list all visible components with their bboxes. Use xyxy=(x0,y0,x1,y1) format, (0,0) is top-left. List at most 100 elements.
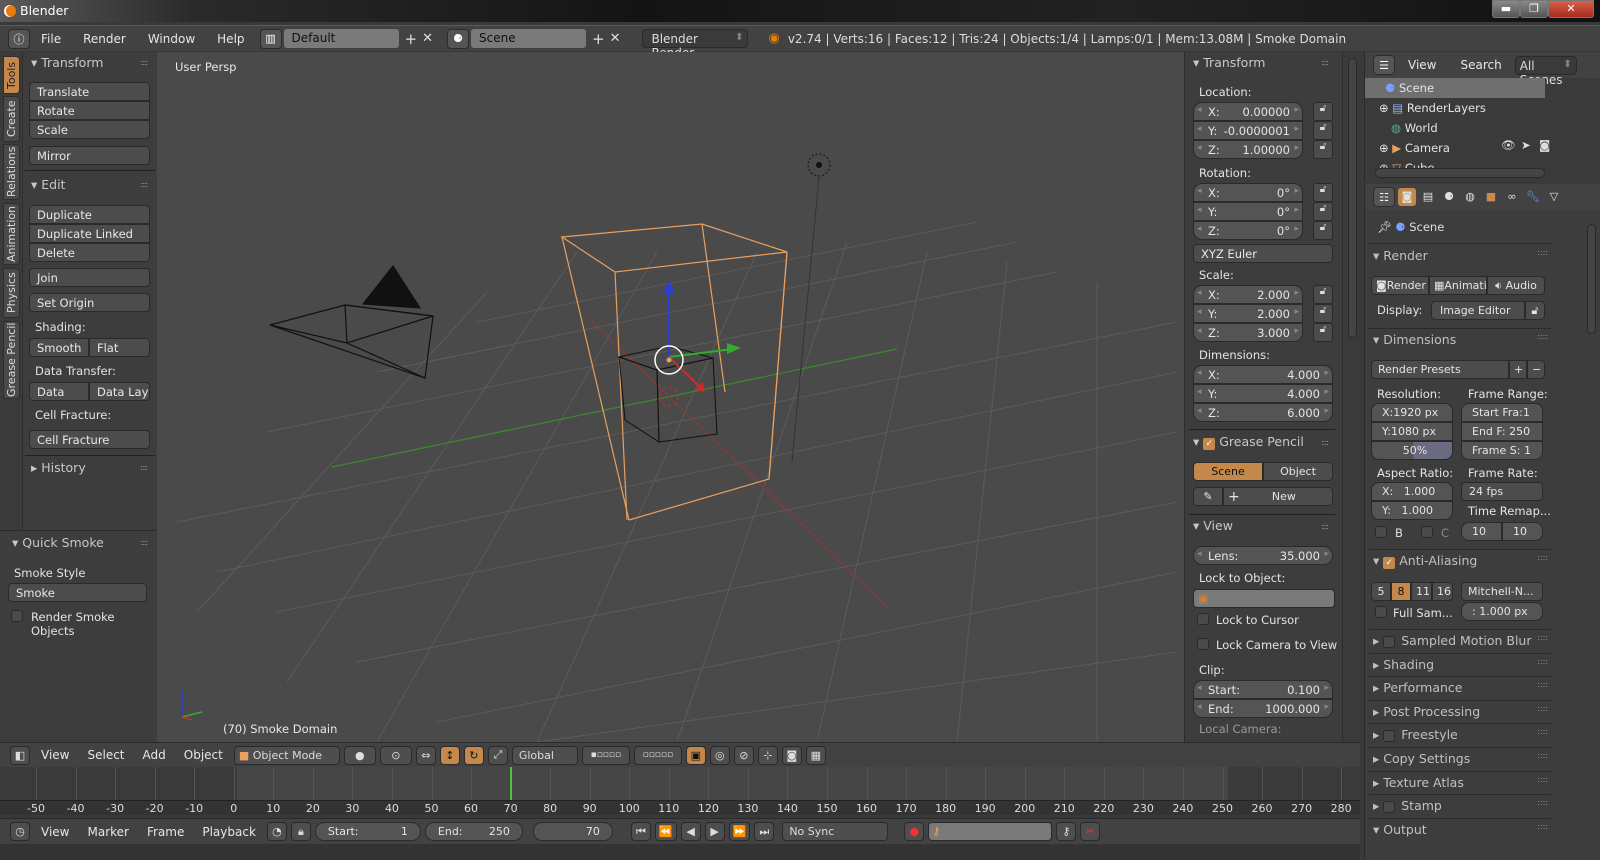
remove-screen-icon[interactable]: ✕ xyxy=(422,31,433,46)
screen-layout-icon[interactable]: ▥ xyxy=(259,28,282,49)
render-animation-icon[interactable]: ▦ xyxy=(805,745,826,765)
timeline-menu-marker[interactable]: Marker xyxy=(80,825,135,839)
anti-aliasing-panel-header[interactable]: ▾ ✓ Anti-Aliasing:::: xyxy=(1373,553,1548,569)
rotation-z-field[interactable]: Z: 0° xyxy=(1193,221,1303,240)
drag-grip-icon[interactable]: :::: xyxy=(1537,633,1548,642)
screen-layout-field[interactable]: Default xyxy=(283,29,399,48)
remove-preset-button[interactable]: − xyxy=(1527,360,1545,379)
frame-start-field[interactable]: Start Fra:1 xyxy=(1461,403,1543,422)
view-panel-header[interactable]: ▾ View xyxy=(1193,518,1233,533)
crop-checkbox[interactable] xyxy=(1421,526,1433,538)
rotate-manipulator-icon[interactable]: ↻ xyxy=(463,745,484,765)
data-context-icon[interactable]: ▽ xyxy=(1545,188,1563,206)
lock-icon[interactable]: 🔓︎ xyxy=(1313,221,1333,240)
world-context-icon[interactable]: ◍ xyxy=(1461,188,1479,206)
data-transfer-button[interactable]: Data xyxy=(29,382,89,401)
rotation-x-field[interactable]: X: 0° xyxy=(1193,183,1303,202)
location-z-field[interactable]: Z: 1.00000 xyxy=(1193,140,1303,159)
pin-icon[interactable]: 📌︎ xyxy=(1377,220,1392,234)
drag-grip-icon[interactable]: :::: xyxy=(1537,553,1548,562)
layers-grid-1[interactable]: ▪▫▫▫▫ xyxy=(581,745,630,765)
translate-manipulator-icon[interactable]: ↕ xyxy=(439,745,460,765)
edit-panel-header[interactable]: ▾ Edit xyxy=(31,177,65,192)
current-frame-indicator[interactable] xyxy=(509,767,512,800)
timeline-editor-type-icon[interactable]: ◷ xyxy=(10,822,30,841)
lock-icon[interactable]: 🔓︎ xyxy=(1525,301,1545,320)
section-header-stamp[interactable]: ▸ Stamp:::: xyxy=(1373,798,1548,813)
transform-panel-header[interactable]: ▾ Transform xyxy=(31,55,103,70)
outliner-editor-type-icon[interactable]: ☰ xyxy=(1373,55,1395,75)
lock-icon[interactable]: 🔓︎ xyxy=(1313,183,1333,202)
insert-keyframe-icon[interactable]: ⚷ xyxy=(1056,822,1077,841)
lock-camera-layers-icon[interactable]: ▣ xyxy=(685,745,706,765)
drag-grip-icon[interactable]: :::: xyxy=(140,180,148,189)
drag-grip-icon[interactable]: :::: xyxy=(1537,775,1548,784)
section-enable-checkbox[interactable] xyxy=(1383,635,1396,648)
scale-y-field[interactable]: Y: 2.000 xyxy=(1193,304,1303,323)
lock-icon[interactable]: 🔓︎ xyxy=(1313,140,1333,159)
transform-panel-header[interactable]: ▾ Transform xyxy=(1193,55,1265,70)
manipulator-toggle-icon[interactable]: ⇔ xyxy=(415,745,436,765)
quick-smoke-header[interactable]: ▾ Quick Smoke xyxy=(12,535,104,550)
section-header-freestyle[interactable]: ▸ Freestyle:::: xyxy=(1373,727,1548,742)
delete-button[interactable]: Delete xyxy=(29,243,150,262)
properties-editor-type-icon[interactable]: ☷ xyxy=(1373,187,1395,207)
scale-button[interactable]: Scale xyxy=(29,120,150,139)
lock-camera-checkbox[interactable] xyxy=(1197,638,1209,650)
render-opengl-icon[interactable]: ◙ xyxy=(781,745,802,765)
3d-viewport[interactable]: User Persp (70) Smoke Domain xyxy=(157,52,1184,742)
object-context-icon[interactable]: ■ xyxy=(1482,188,1500,206)
rotate-button[interactable]: Rotate xyxy=(29,101,150,120)
drag-grip-icon[interactable]: :::: xyxy=(1321,438,1329,447)
frame-rate-dropdown[interactable]: 24 fps xyxy=(1461,482,1543,501)
aa-filter-size-field[interactable]: : 1.000 px xyxy=(1461,602,1543,621)
dimension-x-field[interactable]: X: 4.000 xyxy=(1193,365,1333,384)
transform-orientation-dropdown[interactable]: Global xyxy=(511,745,578,765)
drag-grip-icon[interactable]: :::: xyxy=(140,538,148,547)
scale-x-field[interactable]: X: 2.000 xyxy=(1193,285,1303,304)
current-frame-field[interactable]: 70 xyxy=(532,822,613,841)
frame-end-field[interactable]: End F: 250 xyxy=(1461,422,1543,441)
tab-physics[interactable]: Physics xyxy=(3,268,20,318)
clip-end-field[interactable]: End: 1000.000 xyxy=(1193,699,1333,718)
selectability-cursor-icon[interactable]: ➤ xyxy=(1521,138,1531,152)
data-layout-transfer-button[interactable]: Data Layo xyxy=(89,382,150,401)
preview-range-icon[interactable]: ◔ xyxy=(266,822,287,841)
dimensions-panel-header[interactable]: ▾ Dimensions:::: xyxy=(1373,332,1548,347)
render-smoke-objects-checkbox[interactable] xyxy=(11,610,23,622)
join-button[interactable]: Join xyxy=(29,268,150,287)
set-origin-dropdown[interactable]: Set Origin xyxy=(29,293,150,312)
section-enable-checkbox[interactable] xyxy=(1383,800,1396,813)
gp-object-button[interactable]: Object xyxy=(1263,462,1333,481)
end-frame-field[interactable]: End: 250 xyxy=(424,822,523,841)
lock-object-field[interactable]: ▣ xyxy=(1193,589,1335,608)
aa-samples-11[interactable]: 11 xyxy=(1411,582,1432,601)
auto-keying-record-icon[interactable]: ● xyxy=(904,822,925,841)
aspect-x-field[interactable]: X: 1.000 xyxy=(1371,482,1453,501)
modifiers-context-icon[interactable]: 🔧︎ xyxy=(1524,188,1542,206)
rotation-y-field[interactable]: Y: 0° xyxy=(1193,202,1303,221)
render-context-icon[interactable]: ◙ xyxy=(1398,188,1416,206)
lock-icon[interactable]: 🔓︎ xyxy=(1313,323,1333,342)
menu-object[interactable]: Object xyxy=(177,748,230,762)
dimension-y-field[interactable]: Y: 4.000 xyxy=(1193,384,1333,403)
outliner-item-scene[interactable]: ⚈ Scene xyxy=(1365,78,1545,98)
time-remap-new-field[interactable]: 10 xyxy=(1502,522,1543,541)
resolution-percentage-slider[interactable]: 50% xyxy=(1371,441,1453,460)
smoke-style-dropdown[interactable]: Smoke xyxy=(8,583,147,602)
resolution-y-field[interactable]: Y:1080 px xyxy=(1371,422,1453,441)
display-dropdown[interactable]: Image Editor xyxy=(1431,301,1525,320)
tab-create[interactable]: Create xyxy=(3,96,20,142)
section-header-copy-settings[interactable]: ▸ Copy Settings:::: xyxy=(1373,751,1548,766)
drag-grip-icon[interactable]: :::: xyxy=(1537,727,1548,736)
scene-field[interactable]: Scene xyxy=(471,29,586,48)
outliner-menu-search[interactable]: Search xyxy=(1449,58,1512,72)
info-editor-type-icon[interactable]: ⓘ xyxy=(8,28,30,49)
gp-scene-button[interactable]: Scene xyxy=(1193,462,1263,481)
outliner-item-renderlayers[interactable]: ⊕ ▤ RenderLayers xyxy=(1365,98,1545,118)
pivot-point-dropdown[interactable]: ⊙ xyxy=(379,745,412,765)
renderability-camera-icon[interactable]: ◙ xyxy=(1539,138,1550,152)
proportional-edit-icon[interactable]: ◎ xyxy=(709,745,730,765)
drag-grip-icon[interactable]: :::: xyxy=(1537,798,1548,807)
render-panel-header[interactable]: ▾ Render:::: xyxy=(1373,248,1548,263)
